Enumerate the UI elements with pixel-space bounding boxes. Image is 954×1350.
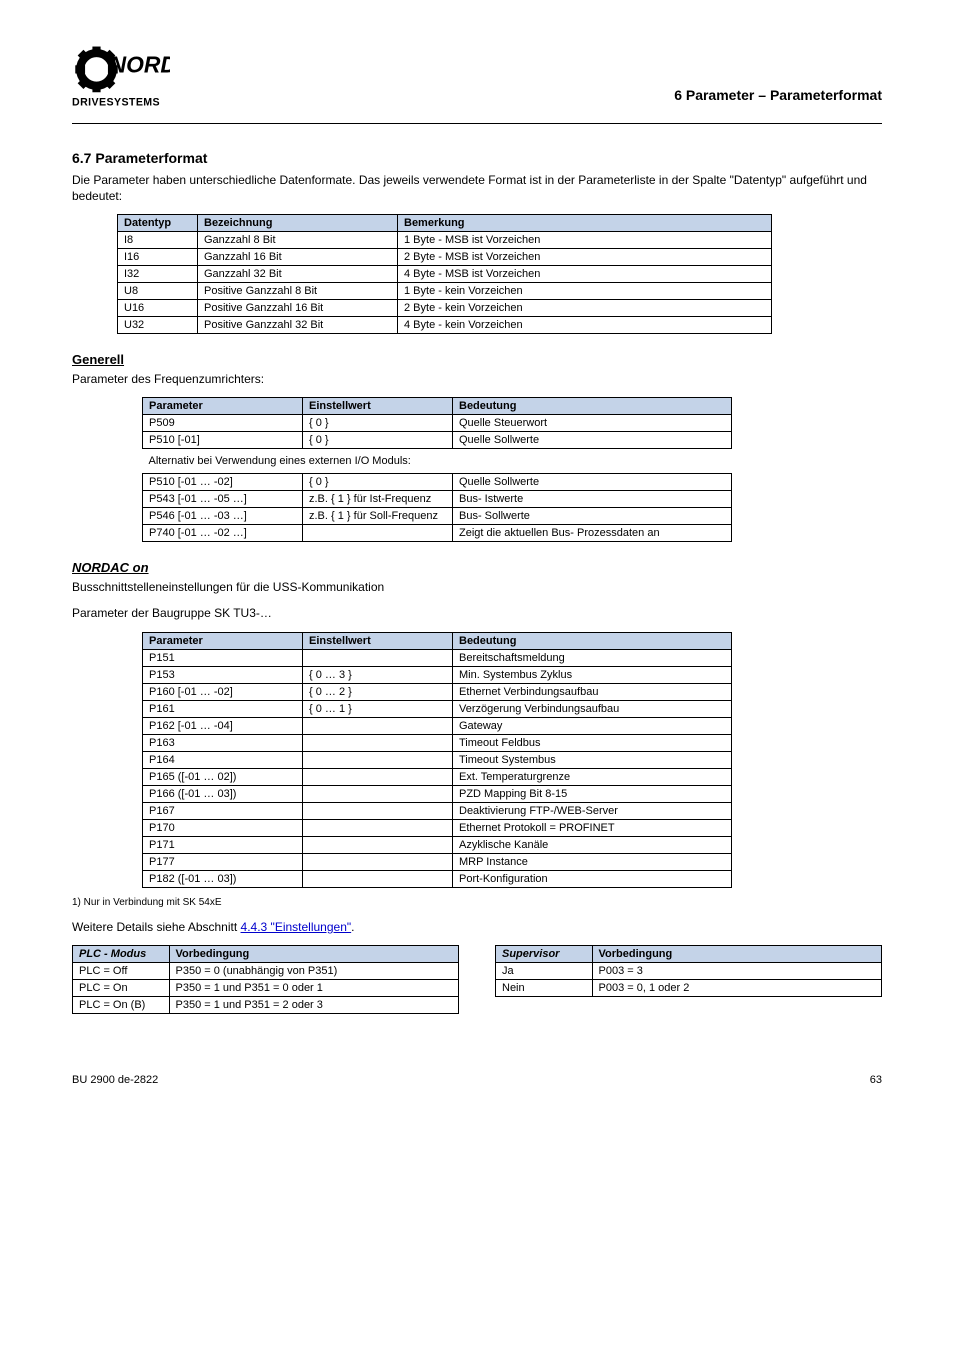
table-row: I16Ganzzahl 16 Bit2 Byte - MSB ist Vorze… bbox=[118, 248, 772, 265]
section-title-6-7: 6.7 Parameterformat bbox=[72, 150, 882, 166]
table-row: P167Deaktivierung FTP-/WEB-Server bbox=[143, 802, 732, 819]
table-row: P164Timeout Systembus bbox=[143, 751, 732, 768]
link-section-443[interactable]: 4.4.3 "Einstellungen" bbox=[241, 920, 352, 934]
table-plc-modus: PLC - ModusVorbedingung PLC = OffP350 = … bbox=[72, 945, 459, 1014]
svg-text:NORD: NORD bbox=[110, 52, 170, 78]
table-row: P171Azyklische Kanäle bbox=[143, 836, 732, 853]
table-row: P161{ 0 … 1 }Verzögerung Verbindungsaufb… bbox=[143, 700, 732, 717]
table-row: P151Bereitschaftsmeldung bbox=[143, 649, 732, 666]
table-row: PLC = On (B)P350 = 1 und P351 = 2 oder 3 bbox=[73, 997, 459, 1014]
table-datatypes: DatentypBezeichnungBemerkung I8Ganzzahl … bbox=[117, 214, 772, 334]
table-row: I8Ganzzahl 8 Bit1 Byte - MSB ist Vorzeic… bbox=[118, 231, 772, 248]
header-rule bbox=[72, 123, 882, 124]
col-bezeichnung: Bezeichnung bbox=[198, 214, 398, 231]
page-header: NORD DRIVESYSTEMS 6 Parameter – Paramete… bbox=[72, 40, 882, 109]
footnote-1: 1) Nur in Verbindung mit SK 54xE bbox=[72, 896, 882, 910]
table-row: P165 ([-01 … 02])Ext. Temperaturgrenze bbox=[143, 768, 732, 785]
table-row: PLC = OnP350 = 1 und P351 = 0 oder 1 bbox=[73, 980, 459, 997]
table-row: U32Positive Ganzzahl 32 Bit4 Byte - kein… bbox=[118, 316, 772, 333]
subheading-generell: Generell bbox=[72, 352, 882, 367]
table-row: P162 [-01 … -04]Gateway bbox=[143, 717, 732, 734]
para-sktu3: Parameter der Baugruppe SK TU3-… bbox=[72, 605, 882, 621]
svg-text:DRIVESYSTEMS: DRIVESYSTEMS bbox=[72, 96, 160, 108]
intro-6-7: Die Parameter haben unterschiedliche Dat… bbox=[72, 172, 882, 204]
table-row: P510 [-01 … -02]{ 0 }Quelle Sollwerte bbox=[143, 474, 732, 491]
table-row: P740 [-01 … -02 …]Zeigt die aktuellen Bu… bbox=[143, 525, 732, 542]
col-bemerkung: Bemerkung bbox=[398, 214, 772, 231]
table-row: P166 ([-01 … 03])PZD Mapping Bit 8-15 bbox=[143, 785, 732, 802]
table-row: I32Ganzzahl 32 Bit4 Byte - MSB ist Vorze… bbox=[118, 265, 772, 282]
col-datentyp: Datentyp bbox=[118, 214, 198, 231]
page-number: 63 bbox=[870, 1074, 882, 1086]
table-row: U16Positive Ganzzahl 16 Bit2 Byte - kein… bbox=[118, 299, 772, 316]
table-row: P510 [-01]{ 0 }Quelle Sollwerte bbox=[143, 432, 732, 449]
table-supervisor: SupervisorVorbedingung JaP003 = 3 NeinP0… bbox=[495, 945, 882, 997]
para-fu-params: Parameter des Frequenzumrichters: bbox=[72, 371, 882, 387]
table-row: P546 [-01 … -03 …]z.B. { 1 } für Soll-Fr… bbox=[143, 508, 732, 525]
table-row: Alternativ bei Verwendung eines externen… bbox=[143, 449, 732, 474]
nord-logo: NORD DRIVESYSTEMS bbox=[72, 40, 170, 109]
table-row: P509{ 0 }Quelle Steuerwort bbox=[143, 415, 732, 432]
table-row: JaP003 = 3 bbox=[496, 963, 882, 980]
see-also: Weitere Details siehe Abschnitt 4.4.3 "E… bbox=[72, 919, 882, 935]
table-row: P170Ethernet Protokoll = PROFINET bbox=[143, 819, 732, 836]
subheading-nordac-on: NORDAC on bbox=[72, 560, 882, 575]
table-row: NeinP003 = 0, 1 oder 2 bbox=[496, 980, 882, 997]
table-row: P153{ 0 … 3 }Min. Systembus Zyklus bbox=[143, 666, 732, 683]
table-row: P182 ([-01 … 03])Port-Konfiguration bbox=[143, 870, 732, 887]
table-row: PLC = OffP350 = 0 (unabhängig von P351) bbox=[73, 963, 459, 980]
page-footer: BU 2900 de-2822 63 bbox=[72, 1074, 882, 1086]
table-row: U8Positive Ganzzahl 8 Bit1 Byte - kein V… bbox=[118, 282, 772, 299]
header-breadcrumb: 6 Parameter – Parameterformat bbox=[674, 87, 882, 103]
table-row: P177MRP Instance bbox=[143, 853, 732, 870]
para-bus-settings: Busschnittstelleneinstellungen für die U… bbox=[72, 579, 882, 595]
table-row: P543 [-01 … -05 …]z.B. { 1 } für Ist-Fre… bbox=[143, 491, 732, 508]
table-row: P160 [-01 … -02]{ 0 … 2 }Ethernet Verbin… bbox=[143, 683, 732, 700]
doc-id: BU 2900 de-2822 bbox=[72, 1074, 158, 1086]
table-generell: ParameterEinstellwertBedeutung P509{ 0 }… bbox=[142, 397, 732, 542]
table-nordac: ParameterEinstellwertBedeutung P151Berei… bbox=[142, 632, 732, 888]
table-row: P163Timeout Feldbus bbox=[143, 734, 732, 751]
